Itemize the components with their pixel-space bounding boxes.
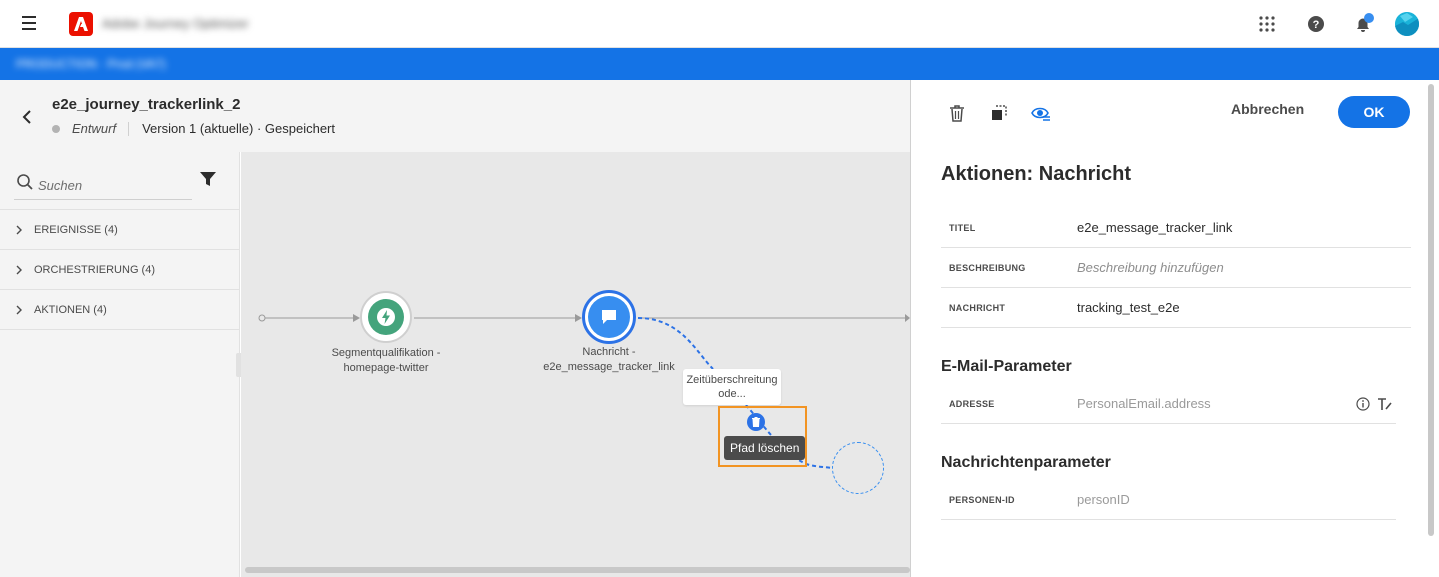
adobe-logo[interactable] [69,12,93,36]
property-row-address: ADRESSE PersonalEmail.address [941,384,1396,424]
chevron-right-icon [16,225,22,234]
horizontal-scrollbar[interactable] [245,567,910,573]
product-name: Adobe Journey Optimizer [102,16,249,31]
description-field[interactable]: Beschreibung hinzufügen [1077,260,1224,275]
svg-text:?: ? [1313,19,1320,31]
journey-canvas[interactable]: Segmentqualifikation - homepage-twitter N… [241,152,910,577]
search-icon [17,174,33,190]
status-label: Entwurf [72,121,117,136]
message-parameters-title: Nachrichtenparameter [941,454,1111,471]
property-label: NACHRICHT [949,302,1006,313]
top-bar: Adobe Journey Optimizer ? [0,0,1439,48]
timeout-path-label[interactable]: Zeitüberschreitung ode... [683,369,781,405]
category-events[interactable]: EREIGNISSE (4) [0,210,239,250]
email-parameters-title: E-Mail-Parameter [941,358,1072,375]
address-field[interactable]: PersonalEmail.address [1077,396,1211,411]
chat-bubble-icon [602,310,616,324]
category-label: AKTIONEN (4) [34,303,107,316]
status-dot [52,124,60,133]
title-field[interactable]: e2e_message_tracker_link [1077,220,1232,235]
sandbox-selector[interactable]: PRODUCTION · Prod (VA7) [16,57,166,71]
property-row-person-id: PERSONEN-ID personID [941,480,1396,520]
delete-trash-icon[interactable] [947,103,967,123]
journey-title: e2e_journey_trackerlink_2 [52,96,241,113]
panel-title: Aktionen: Nachricht [941,163,1132,185]
ok-button[interactable]: OK [1338,96,1410,128]
cancel-button[interactable]: Abbrechen [1231,101,1304,117]
bell-icon[interactable] [1351,12,1375,36]
message-node[interactable] [582,290,636,344]
chevron-right-icon [16,265,22,274]
segment-node-label: Segmentqualifikation - homepage-twitter [331,347,441,374]
help-icon[interactable]: ? [1304,12,1328,36]
segment-qualification-node[interactable] [360,291,412,343]
empty-drop-node[interactable] [832,442,884,494]
property-row-description: BESCHREIBUNG Beschreibung hinzufügen [941,248,1411,288]
property-label: PERSONEN-ID [949,494,1015,505]
sandbox-bar: PRODUCTION · Prod (VA7) [0,48,1439,80]
version-label: Version 1 (aktuelle) · Gespeichert [142,121,336,136]
journey-status-row: Entwurf Version 1 (aktuelle) · Gespeiche… [52,121,335,136]
activity-palette: EREIGNISSE (4) ORCHESTRIERUNG (4) AKTION… [0,152,244,577]
category-orchestration[interactable]: ORCHESTRIERUNG (4) [0,250,239,290]
category-label: ORCHESTRIERUNG (4) [34,263,156,276]
edit-expression-icon[interactable] [1377,397,1393,411]
property-row-message: NACHRICHT tracking_test_e2e [941,288,1411,328]
person-id-field[interactable]: personID [1077,492,1130,507]
filter-icon[interactable] [199,170,217,188]
message-field[interactable]: tracking_test_e2e [1077,300,1180,315]
preview-eye-icon[interactable] [1031,103,1051,123]
category-label: EREIGNISSE (4) [34,223,118,236]
apps-grid-icon[interactable] [1255,12,1279,36]
property-row-title: TITEL e2e_message_tracker_link [941,208,1411,248]
delete-path-trash-icon[interactable] [747,413,765,431]
property-label: BESCHREIBUNG [949,262,1026,273]
search-input[interactable] [38,174,188,196]
lightning-icon [377,308,395,326]
hamburger-menu-icon[interactable] [22,16,42,32]
message-node-label: Nachricht - e2e_message_tracker_link [543,346,675,373]
user-avatar[interactable] [1395,12,1419,36]
vertical-scrollbar[interactable] [1428,84,1434,536]
divider [128,121,130,136]
delete-path-tooltip: Pfad löschen [724,436,806,460]
category-list: EREIGNISSE (4) ORCHESTRIERUNG (4) AKTION… [0,209,239,330]
info-icon[interactable] [1356,397,1370,411]
chevron-right-icon [16,305,22,314]
category-actions[interactable]: AKTIONEN (4) [0,290,239,330]
back-arrow-icon[interactable] [18,107,38,127]
activity-properties-panel: Abbrechen OK Aktionen: Nachricht TITEL e… [910,80,1439,577]
journey-header: e2e_journey_trackerlink_2 Entwurf Versio… [0,80,910,152]
search-box [14,170,192,200]
property-label: ADRESSE [949,398,995,409]
property-label: TITEL [949,222,976,233]
duplicate-icon[interactable] [989,103,1009,123]
